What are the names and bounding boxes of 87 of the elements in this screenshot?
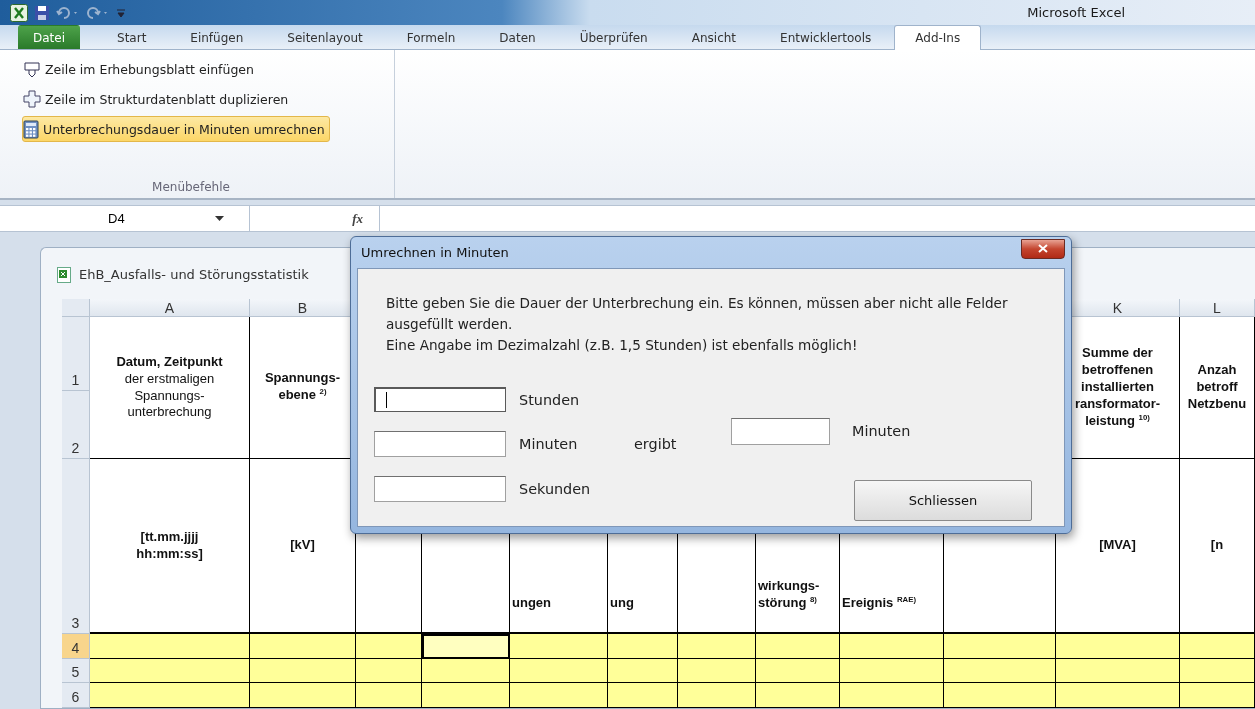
table-cell[interactable] — [250, 683, 356, 708]
table-cell[interactable] — [608, 634, 678, 659]
result-field[interactable] — [731, 417, 830, 445]
file-tab[interactable]: Datei — [18, 25, 80, 49]
unit-label: Minuten — [852, 423, 912, 440]
close-button[interactable] — [1021, 238, 1065, 259]
table-cell[interactable] — [678, 634, 756, 659]
save-icon[interactable] — [34, 4, 50, 21]
table-cell[interactable] — [90, 659, 250, 683]
table-cell[interactable] — [356, 634, 422, 659]
table-cell[interactable] — [944, 683, 1056, 708]
header-cell: Datum, Zeitpunkt der erstmaligen Spannungs- unterbrechung — [90, 317, 250, 459]
ribbon-command[interactable]: Zeile im Erhebungsblatt einfügen — [22, 56, 259, 82]
instruction-text: Bitte geben Sie die Dauer der Unterbrechung ein. Es können, müssen aber nicht alle Felder ausgefüllt werden. — [386, 294, 1009, 335]
table-cell[interactable] — [510, 683, 608, 708]
table-cell[interactable] — [608, 659, 678, 683]
table-cell[interactable] — [356, 683, 422, 708]
ribbon-tab[interactable]: Seitenlayout — [266, 25, 384, 49]
row-header[interactable]: 3 — [62, 459, 90, 634]
table-cell[interactable] — [756, 683, 840, 708]
result-label: ergibt — [633, 436, 678, 453]
table-cell[interactable] — [840, 634, 944, 659]
table-cell[interactable] — [90, 683, 250, 708]
table-cell[interactable] — [840, 659, 944, 683]
row-header[interactable]: 5 — [62, 659, 90, 683]
ribbon-tab[interactable]: Add-Ins — [894, 25, 982, 50]
row-header[interactable]: 1 — [62, 317, 90, 391]
window-title: Microsoft Excel — [1027, 5, 1125, 20]
table-cell[interactable] — [422, 634, 510, 659]
table-cell[interactable] — [608, 683, 678, 708]
dropdown-caret-icon — [214, 216, 224, 221]
table-cell[interactable] — [90, 634, 250, 659]
group-label: Menübefehle — [152, 180, 230, 194]
close-icon — [1038, 244, 1048, 253]
calculator-icon — [23, 119, 39, 139]
ribbon-tab[interactable]: Entwicklertools — [759, 25, 893, 49]
name-box[interactable]: D4 — [20, 206, 250, 231]
table-cell[interactable] — [840, 683, 944, 708]
table-cell[interactable] — [944, 659, 1056, 683]
table-cell[interactable] — [944, 634, 1056, 659]
table-cell[interactable] — [510, 659, 608, 683]
field-label: Sekunden — [518, 481, 592, 498]
column-header[interactable]: L — [1180, 299, 1255, 317]
table-cell[interactable] — [1180, 659, 1255, 683]
undo-icon[interactable] — [56, 5, 80, 20]
instruction-text: Eine Angabe im Dezimalzahl (z.B. 1,5 Stunden) ist ebenfalls möglich! — [386, 336, 859, 356]
ribbon-tab[interactable]: Start — [96, 25, 168, 49]
table-cell[interactable] — [250, 659, 356, 683]
ribbon-tab[interactable]: Daten — [478, 25, 557, 49]
table-cell[interactable] — [678, 659, 756, 683]
table-cell[interactable] — [356, 659, 422, 683]
table-cell[interactable] — [756, 659, 840, 683]
close-dialog-button[interactable]: Schliessen — [854, 479, 1032, 521]
row-header[interactable]: 4 — [62, 634, 90, 659]
row-header[interactable]: 6 — [62, 683, 90, 708]
input-field[interactable] — [374, 387, 506, 413]
table-cell[interactable] — [678, 683, 756, 708]
input-field[interactable] — [374, 476, 506, 503]
ribbon-tab[interactable]: Ansicht — [670, 25, 758, 49]
table-cell[interactable] — [1180, 683, 1255, 708]
field-label: Stunden — [518, 391, 581, 408]
table-cell[interactable] — [1180, 634, 1255, 659]
table-cell[interactable] — [1056, 659, 1180, 683]
table-cell[interactable] — [1056, 683, 1180, 708]
table-cell[interactable] — [422, 659, 510, 683]
table-cell[interactable] — [250, 634, 356, 659]
field-label: Minuten — [518, 436, 579, 453]
ribbon-tab[interactable]: Formeln — [385, 25, 477, 49]
dialog-title: Umrechnen in Minuten — [361, 245, 509, 260]
ribbon-tab[interactable]: Einfügen — [169, 25, 265, 49]
table-cell[interactable] — [1056, 634, 1180, 659]
spreadsheet-logo-icon[interactable] — [10, 3, 28, 22]
table-cell[interactable] — [756, 634, 840, 659]
column-header[interactable]: A — [90, 299, 250, 317]
header-cell: Anzah betroff Netzbenu — [1180, 317, 1255, 459]
table-cell[interactable] — [422, 683, 510, 708]
table-cell[interactable] — [510, 634, 608, 659]
workbook-title: EhB_Ausfalls- und Störungsstatistik — [79, 267, 309, 282]
ribbon-tab[interactable]: Überprüfen — [558, 25, 669, 49]
ribbon-command[interactable]: Unterbrechungsdauer in Minuten umrechnen — [22, 116, 330, 142]
spreadsheet-file-icon — [57, 266, 73, 283]
row-header[interactable]: 2 — [62, 391, 90, 459]
ribbon-command[interactable]: Zeile im Strukturdatenblatt duplizieren — [22, 86, 294, 112]
redo-icon[interactable] — [86, 5, 110, 20]
input-field[interactable] — [374, 431, 506, 458]
insert-row-icon — [23, 60, 41, 78]
insert-function-button[interactable]: fx — [250, 206, 380, 231]
